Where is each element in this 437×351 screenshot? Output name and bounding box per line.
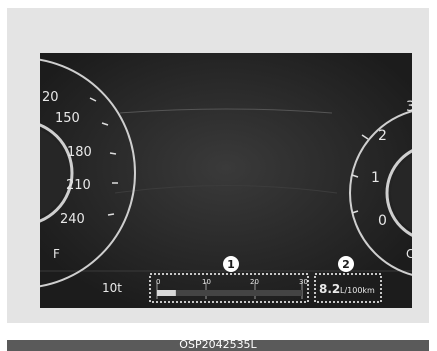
speed-label: 180 bbox=[67, 145, 92, 160]
figure-code: OSP2042535L bbox=[179, 338, 257, 351]
bar-track bbox=[157, 290, 302, 296]
figure-footer: OSP2042535L bbox=[7, 338, 429, 351]
fuel-full-label: F bbox=[53, 247, 60, 261]
callout-marker-2: 2 bbox=[338, 256, 354, 272]
bar-fill bbox=[157, 290, 176, 296]
gauge-label: 1 bbox=[371, 170, 380, 186]
temp-cold-label: C bbox=[406, 247, 412, 261]
speed-label: 20 bbox=[42, 90, 59, 105]
gauge-label: 3 bbox=[406, 99, 412, 115]
speed-label: 210 bbox=[66, 178, 91, 193]
gauge-label: 2 bbox=[378, 128, 387, 144]
bar-tick-label: 20 bbox=[250, 278, 259, 286]
bar-tick-label: 30 bbox=[299, 278, 308, 286]
instrument-cluster: 20 150 180 210 240 F 3 2 1 0 C 10t 0 10 … bbox=[40, 53, 412, 308]
bar-tick-label: 10 bbox=[202, 278, 211, 286]
speed-label: 150 bbox=[55, 111, 80, 126]
fuel-economy-unit: L/100km bbox=[340, 286, 375, 295]
figure-frame: 20 150 180 210 240 F 3 2 1 0 C 10t 0 10 … bbox=[7, 8, 429, 323]
callout-1-number: 1 bbox=[227, 258, 235, 271]
callout-2-number: 2 bbox=[342, 258, 350, 271]
callout-marker-1: 1 bbox=[223, 256, 239, 272]
speed-tick bbox=[107, 213, 115, 216]
bar-tick-label: 0 bbox=[156, 278, 160, 286]
trip-distance-label: 10t bbox=[102, 281, 122, 295]
cluster-graphic: 20 150 180 210 240 F 3 2 1 0 C 10t 0 10 … bbox=[40, 53, 412, 308]
speed-label: 240 bbox=[60, 212, 85, 227]
gauge-label: 0 bbox=[378, 213, 387, 229]
speed-tick bbox=[109, 152, 117, 155]
fuel-economy-value: 8.2 bbox=[319, 282, 340, 296]
